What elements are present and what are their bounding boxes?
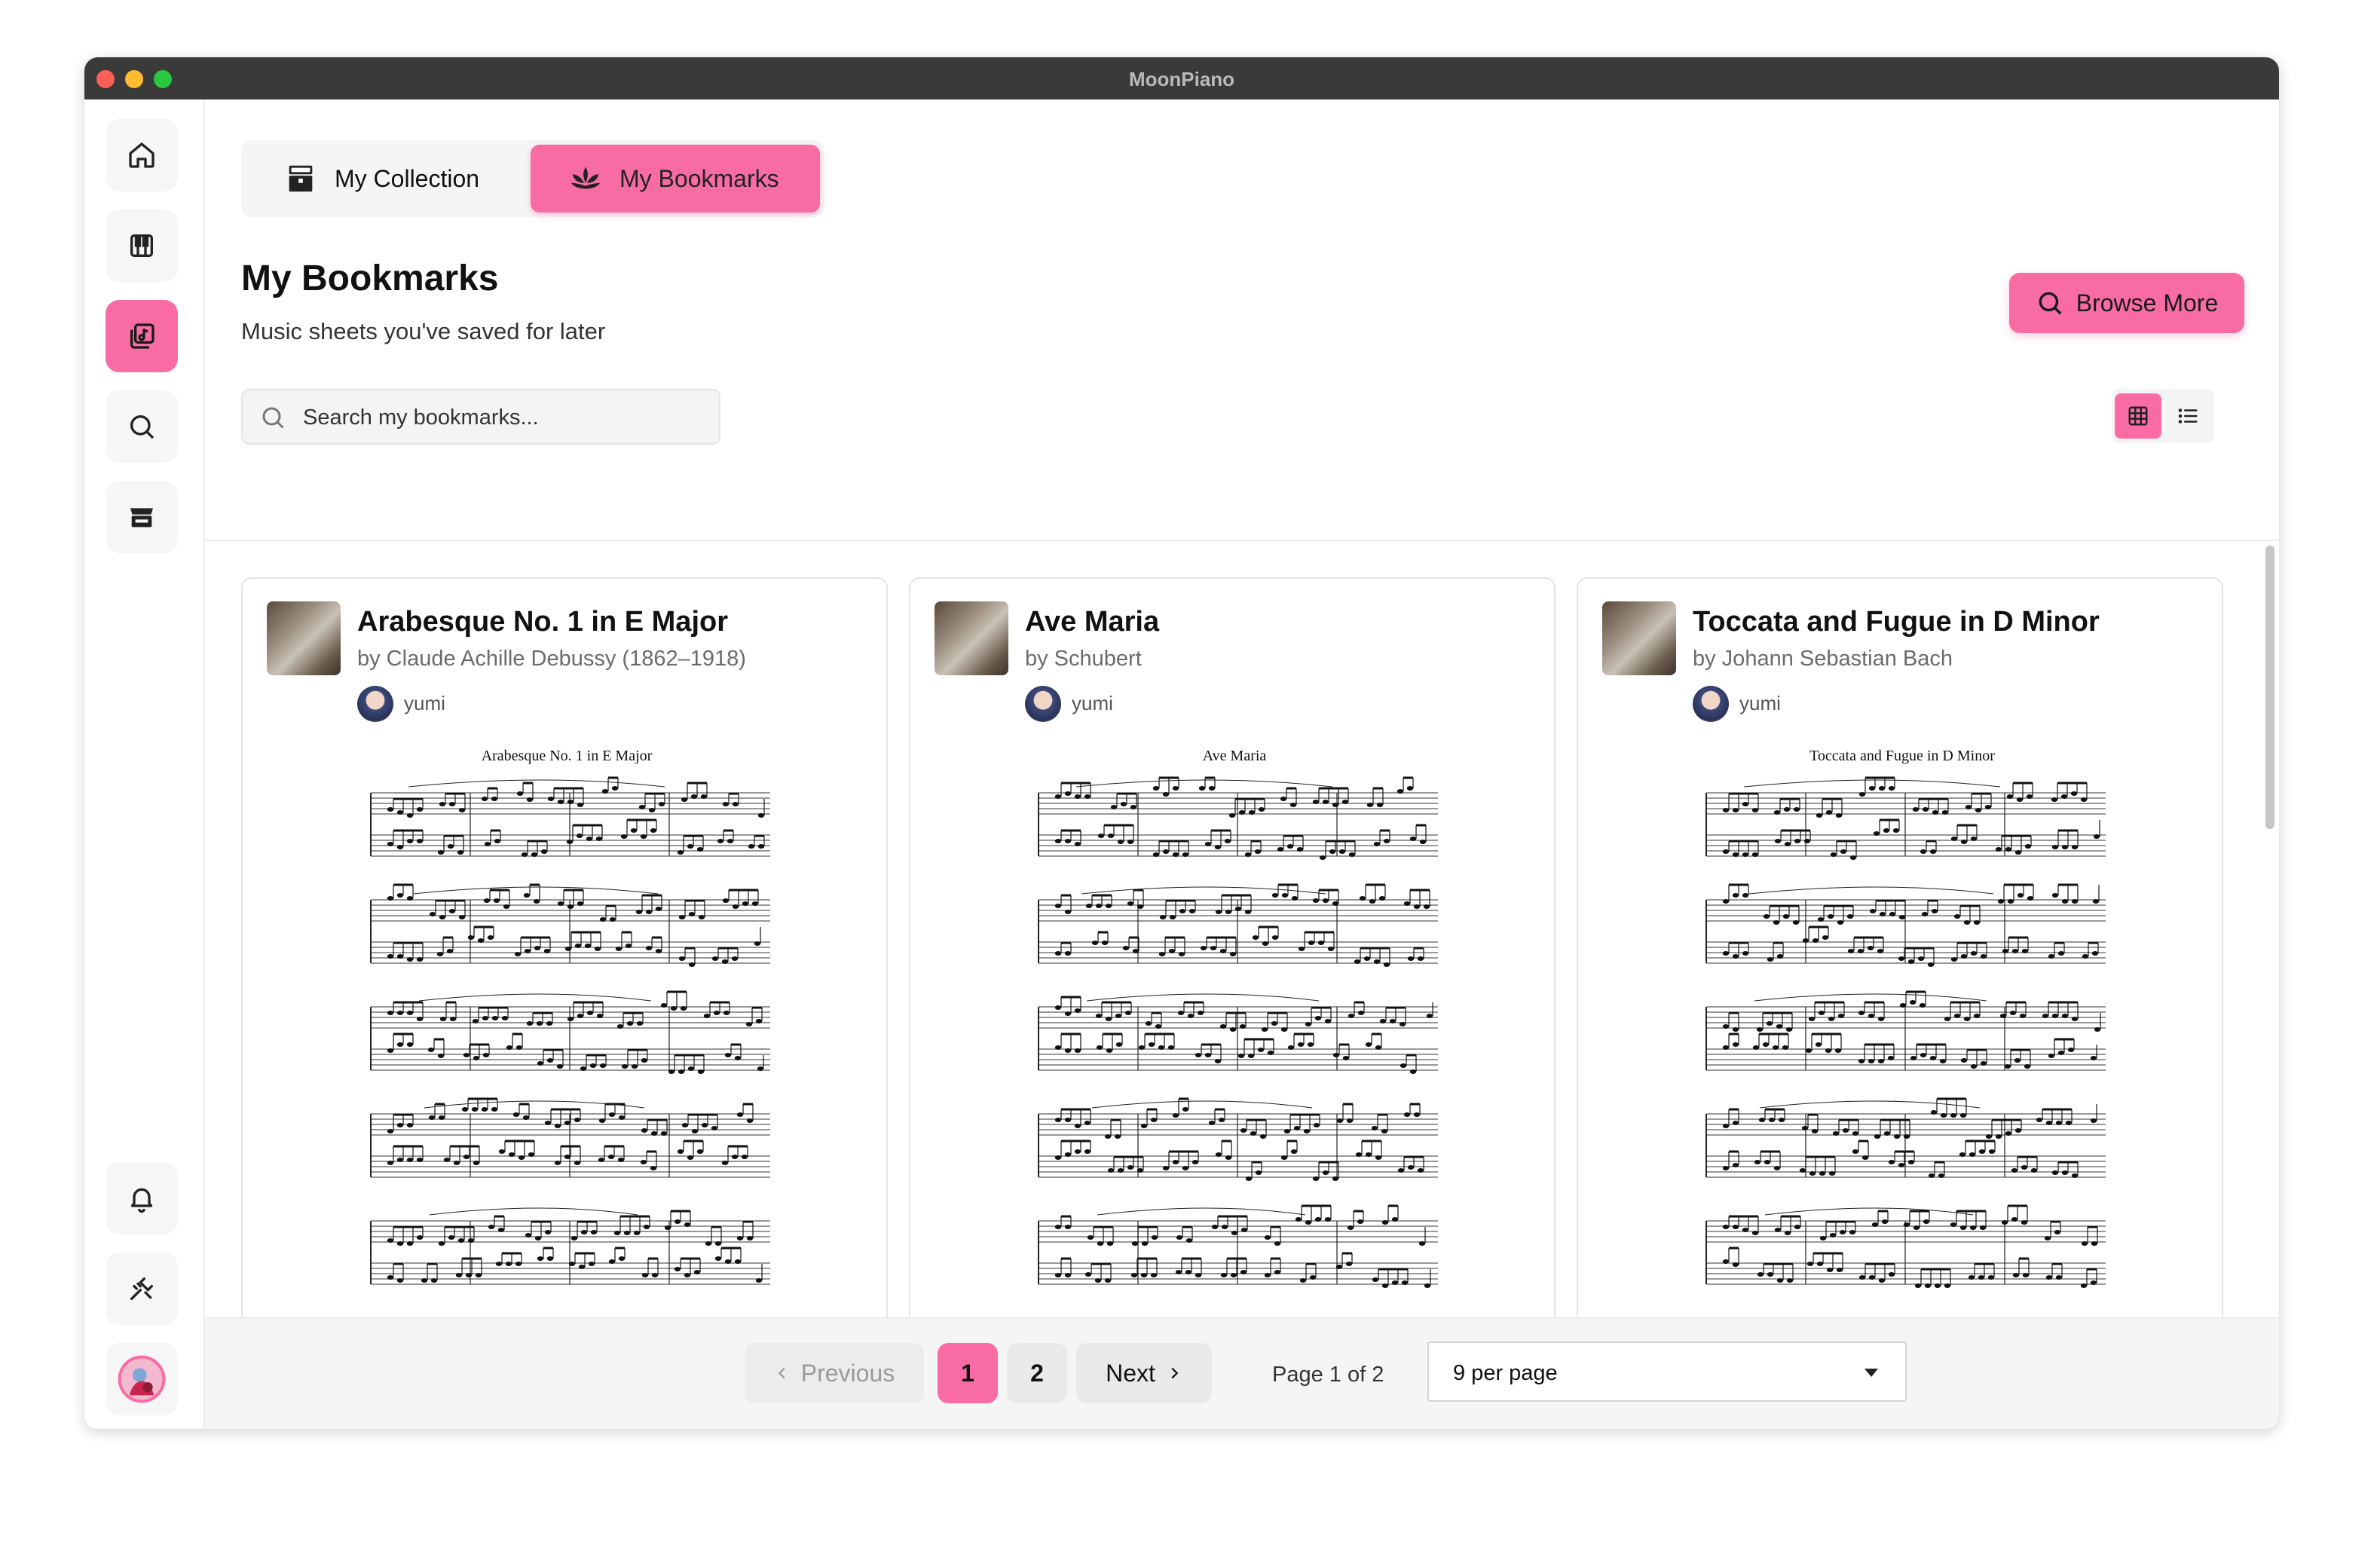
- app-window: MoonPiano My Collection My Bookmarks My …: [84, 57, 2279, 1429]
- search-icon: [2039, 292, 2062, 315]
- sheet-title: Ave Maria: [1202, 748, 1267, 764]
- search-bookmarks: [241, 389, 720, 445]
- bell-icon: [130, 1188, 153, 1213]
- card-username: yumi: [1072, 692, 1113, 714]
- previous-label: Previous: [800, 1359, 895, 1387]
- user-avatar: [1025, 686, 1061, 722]
- page-subtitle: Music sheets you've saved for later: [241, 318, 606, 344]
- window-title: MoonPiano: [1128, 68, 1235, 90]
- card-thumbnail: [267, 601, 341, 675]
- scrollbar[interactable]: [2265, 546, 2274, 829]
- sheet-preview: Toccata and Fugue in D Minor: [1684, 748, 2121, 1319]
- sidebar-item-store[interactable]: [106, 481, 178, 553]
- search-input[interactable]: [301, 390, 696, 445]
- view-toggle: [2112, 389, 2214, 443]
- bookmark-card[interactable]: Toccata and Fugue in D Minor by Johann S…: [1577, 577, 2223, 1319]
- title-bar: MoonPiano: [84, 57, 2279, 99]
- sidebar-item-library[interactable]: [106, 300, 178, 372]
- sheet-preview: Arabesque No. 1 in E Major: [348, 748, 785, 1319]
- sidebar-item-tools[interactable]: [106, 1253, 178, 1325]
- search-icon: [262, 407, 284, 429]
- lotus-icon: [571, 167, 601, 189]
- card-username: yumi: [404, 692, 445, 714]
- pagination-bar: Previous 1 2 Next Page 1 of 2 9 per page: [205, 1317, 2279, 1429]
- card-composer: by Schubert: [1025, 647, 1142, 671]
- sidebar-item-search[interactable]: [106, 390, 178, 463]
- card-composer: by Claude Achille Debussy (1862–1918): [357, 647, 746, 671]
- tab-my-collection[interactable]: My Collection: [283, 145, 479, 213]
- page-title: My Bookmarks: [241, 258, 499, 298]
- list-icon: [2178, 408, 2198, 424]
- user-avatar: [1693, 686, 1729, 722]
- tab-my-bookmarks-label: My Bookmarks: [619, 164, 779, 192]
- card-thumbnail: [1602, 601, 1676, 675]
- bookmark-card[interactable]: Arabesque No. 1 in E Major by Claude Ach…: [241, 577, 888, 1319]
- store-icon: [130, 508, 153, 528]
- piano-icon: [130, 234, 153, 257]
- card-title: Toccata and Fugue in D Minor: [1693, 606, 2100, 638]
- library-icon: [130, 323, 154, 349]
- next-page-button[interactable]: Next: [1076, 1343, 1212, 1403]
- home-icon: [129, 142, 154, 168]
- page-info: Page 1 of 2: [1272, 1363, 1384, 1387]
- grid-icon: [2128, 406, 2148, 426]
- browse-more-label: Browse More: [2076, 289, 2219, 317]
- sidebar-item-notifications[interactable]: [106, 1162, 178, 1234]
- sheet-title: Toccata and Fugue in D Minor: [1809, 748, 1995, 764]
- bookmark-card[interactable]: Ave Maria by Schubert yumi Ave Maria: [909, 577, 1556, 1319]
- sheet-music-notation: [370, 776, 770, 1285]
- sheet-music-notation: [1705, 776, 2106, 1288]
- sidebar-item-home[interactable]: [106, 119, 178, 191]
- list-view-button[interactable]: [2164, 393, 2211, 439]
- grid-view-button[interactable]: [2115, 393, 2161, 439]
- bookmarks-grid: Arabesque No. 1 in E Major by Claude Ach…: [205, 541, 2279, 1319]
- previous-page-button[interactable]: Previous: [745, 1343, 924, 1403]
- card-thumbnail: [935, 601, 1008, 675]
- tab-my-bookmarks[interactable]: My Bookmarks: [531, 145, 820, 213]
- chevron-right-icon: [1171, 1367, 1179, 1379]
- per-page-value: 9 per page: [1453, 1361, 1558, 1385]
- search-icon: [130, 415, 154, 439]
- chevron-down-icon: [1865, 1369, 1878, 1377]
- next-label: Next: [1106, 1359, 1155, 1387]
- sheet-music-notation: [1038, 776, 1438, 1288]
- card-username: yumi: [1739, 692, 1781, 714]
- card-composer: by Johann Sebastian Bach: [1693, 647, 1953, 671]
- card-title: Ave Maria: [1025, 606, 1160, 638]
- page-1-button[interactable]: 1: [938, 1343, 998, 1403]
- tab-bar: My Collection My Bookmarks: [241, 140, 824, 217]
- sidebar-item-piano[interactable]: [106, 210, 178, 282]
- sheet-title: Arabesque No. 1 in E Major: [481, 748, 653, 764]
- per-page-select[interactable]: 9 per page: [1427, 1341, 1907, 1402]
- browse-more-button[interactable]: Browse More: [2009, 273, 2244, 333]
- page-2-button[interactable]: 2: [1007, 1343, 1067, 1403]
- tools-icon: [130, 1277, 153, 1300]
- sidebar: [84, 99, 205, 1429]
- card-title: Arabesque No. 1 in E Major: [357, 606, 728, 638]
- main-content: My Collection My Bookmarks My Bookmarks …: [205, 99, 2279, 1429]
- sidebar-item-profile[interactable]: [106, 1343, 178, 1415]
- avatar: [118, 1355, 166, 1403]
- sheet-preview: Ave Maria: [1016, 748, 1453, 1319]
- user-avatar: [357, 686, 393, 722]
- tab-my-collection-label: My Collection: [335, 164, 480, 192]
- chevron-left-icon: [778, 1367, 785, 1379]
- chest-icon: [289, 165, 313, 192]
